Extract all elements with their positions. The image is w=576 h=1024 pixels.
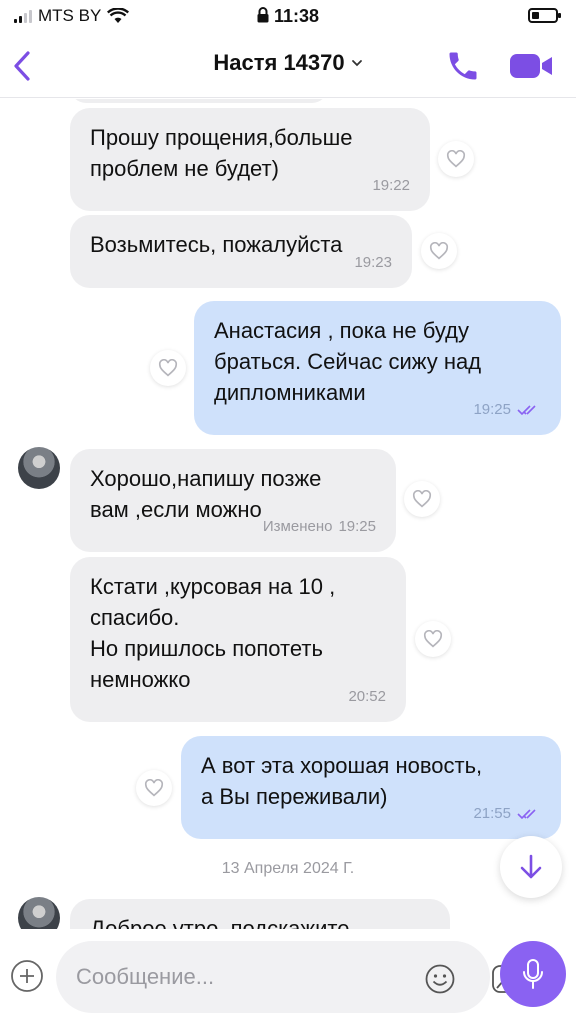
message-field[interactable] [56, 941, 524, 1013]
like-button[interactable] [404, 481, 440, 517]
message-time: 19:25 [473, 401, 511, 418]
message-time: 19:25 [338, 518, 376, 535]
message-bubble-outgoing[interactable]: А вот эта хорошая новость, а Вы пережива… [181, 736, 561, 839]
video-call-button[interactable] [508, 48, 554, 84]
plus-icon [11, 960, 43, 992]
heart-icon [423, 630, 443, 648]
lock-icon [257, 7, 269, 23]
message-time: 21:55 [473, 805, 511, 822]
message-bubble-incoming[interactable]: Прошу прощения,больше проблем не будет) … [70, 108, 430, 211]
message-time: 19:23 [354, 254, 392, 271]
message-text: Доброе утро, подскажите [90, 916, 350, 929]
message-bubble-incoming[interactable]: Возьмитесь, пожалуйста 19:23 [70, 215, 412, 288]
attach-button[interactable] [10, 959, 44, 993]
microphone-icon [523, 959, 543, 989]
chevron-down-icon [351, 60, 362, 67]
previous-message-bubble [70, 99, 328, 103]
like-button[interactable] [415, 621, 451, 657]
heart-icon [429, 242, 449, 260]
like-button[interactable] [136, 770, 172, 806]
video-camera-icon [510, 54, 552, 78]
message-text: Возьмитесь, пожалуйста [90, 232, 343, 257]
scroll-to-bottom-button[interactable] [500, 836, 562, 898]
message-bubble-incoming[interactable]: Доброе утро, подскажите [70, 899, 450, 929]
battery-level [532, 12, 539, 19]
contact-name: Настя 14370 [213, 50, 345, 75]
message-text: Прошу прощения,больше проблем не будет) [90, 125, 353, 181]
message-input[interactable] [76, 959, 356, 995]
chat-header: Настя 14370 [0, 34, 576, 98]
like-button[interactable] [438, 141, 474, 177]
message-bubble-incoming[interactable]: Кстати ,курсовая на 10 , спасибо. Но при… [70, 557, 406, 722]
composer-bar [0, 929, 576, 1024]
message-bubble-outgoing[interactable]: Анастасия , пока не буду браться. Сейчас… [194, 301, 561, 435]
contact-name-button[interactable]: Настя 14370 [213, 50, 362, 76]
heart-icon [412, 490, 432, 508]
double-check-icon [517, 404, 536, 415]
like-button[interactable] [421, 233, 457, 269]
arrow-down-icon [520, 854, 542, 879]
message-bubble-incoming[interactable]: Хорошо,напишу позже вам ,если можно Изме… [70, 449, 396, 552]
heart-icon [144, 779, 164, 797]
heart-icon [158, 359, 178, 377]
heart-icon [446, 150, 466, 168]
message-time: 19:22 [372, 177, 410, 194]
call-button[interactable] [444, 48, 482, 84]
edited-label: Изменено [262, 518, 333, 535]
date-separator: 13 Апреля 2024 Г. [221, 860, 355, 877]
emoji-button[interactable] [424, 963, 456, 995]
battery-icon [528, 8, 561, 23]
status-bar: MTS BY 11:38 [0, 0, 576, 34]
clock: 11:38 [273, 6, 320, 26]
message-time: 20:52 [348, 688, 386, 705]
message-text: Кстати ,курсовая на 10 , спасибо. Но при… [90, 574, 336, 692]
phone-icon [449, 52, 477, 80]
double-check-icon [517, 808, 536, 819]
avatar[interactable] [18, 447, 60, 489]
message-list[interactable]: Прошу прощения,больше проблем не будет) … [0, 99, 576, 929]
avatar[interactable] [18, 897, 60, 929]
smiley-icon [425, 964, 455, 994]
voice-message-button[interactable] [500, 941, 566, 1007]
like-button[interactable] [150, 350, 186, 386]
